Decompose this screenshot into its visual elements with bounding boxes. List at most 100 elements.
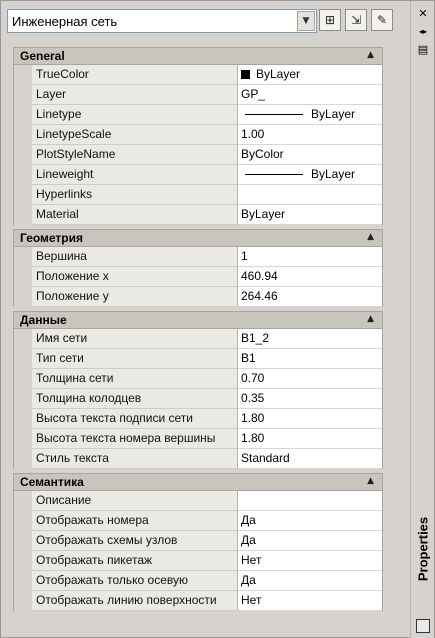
row-gutter — [14, 491, 32, 511]
property-value[interactable]: Нет — [238, 591, 382, 611]
property-value-text: Нет — [241, 593, 262, 607]
collapse-icon[interactable]: ▲ — [367, 476, 374, 486]
property-value[interactable]: 0.70 — [238, 369, 382, 389]
property-value-text: 460.94 — [241, 269, 278, 283]
section-header[interactable]: General ▲ — [13, 47, 383, 65]
toggle-pickadd-icon[interactable]: ⊞ — [319, 9, 341, 31]
collapse-icon[interactable]: ▲ — [367, 50, 374, 60]
property-value[interactable]: ByLayer — [238, 105, 382, 125]
palette-toolbar: Инженерная сеть ▼ ⊞ ⇲ ✎ — [1, 1, 434, 35]
property-row[interactable]: Hyperlinks — [14, 185, 382, 205]
row-gutter — [14, 185, 32, 205]
property-row[interactable]: Вершина 1 — [14, 247, 382, 267]
property-value[interactable]: Нет — [238, 551, 382, 571]
property-row[interactable]: TrueColor ByLayer — [14, 65, 382, 85]
row-gutter — [14, 65, 32, 85]
property-value[interactable] — [238, 491, 382, 511]
row-gutter — [14, 125, 32, 145]
property-value-text: Да — [241, 513, 256, 527]
property-row[interactable]: Linetype ByLayer — [14, 105, 382, 125]
property-value[interactable]: ByLayer — [238, 65, 382, 85]
section-body: TrueColor ByLayer Layer GP_ Linetype ByLayer L… — [13, 65, 383, 225]
property-value-text: ByLayer — [241, 207, 286, 221]
property-value-text: Standard — [241, 451, 290, 465]
property-row[interactable]: Описание — [14, 491, 382, 511]
row-gutter — [14, 247, 32, 267]
property-value[interactable]: ByColor — [238, 145, 382, 165]
property-name: Толщина сети — [32, 369, 238, 389]
property-name: Стиль текста — [32, 449, 238, 469]
property-row[interactable]: Положение x 460.94 — [14, 267, 382, 287]
property-name: Тип сети — [32, 349, 238, 369]
chevron-down-icon[interactable]: ▼ — [297, 11, 315, 31]
section-body: Имя сети B1_2 Тип сети B1 Толщина сети 0.70 То… — [13, 329, 383, 469]
property-row[interactable]: Material ByLayer — [14, 205, 382, 225]
section-header[interactable]: Данные ▲ — [13, 311, 383, 329]
property-name: Описание — [32, 491, 238, 511]
object-type-combo[interactable]: Инженерная сеть ▼ — [7, 9, 317, 33]
autohide-icon[interactable]: ◂▸ — [415, 25, 431, 39]
section-header[interactable]: Семантика ▲ — [13, 473, 383, 491]
property-row[interactable]: Стиль текста Standard — [14, 449, 382, 469]
property-value[interactable]: 1 — [238, 247, 382, 267]
properties-menu-icon[interactable]: ▤ — [415, 43, 431, 57]
property-value[interactable]: 1.80 — [238, 429, 382, 449]
property-name: Hyperlinks — [32, 185, 238, 205]
property-value[interactable]: Да — [238, 511, 382, 531]
property-row[interactable]: Высота текста подписи сети 1.80 — [14, 409, 382, 429]
property-row[interactable]: Отображать номера Да — [14, 511, 382, 531]
property-row[interactable]: Layer GP_ — [14, 85, 382, 105]
collapse-icon[interactable]: ▲ — [367, 314, 374, 324]
property-row[interactable]: LinetypeScale 1.00 — [14, 125, 382, 145]
select-objects-icon[interactable]: ⇲ — [345, 9, 367, 31]
property-name: Отображать пикетаж — [32, 551, 238, 571]
property-value[interactable]: 264.46 — [238, 287, 382, 307]
property-row[interactable]: Отображать линию поверхности Нет — [14, 591, 382, 611]
property-value-text: ByLayer — [256, 67, 301, 81]
close-icon[interactable]: ✕ — [415, 7, 431, 21]
palette-settings-icon[interactable] — [416, 619, 430, 633]
property-value[interactable]: Standard — [238, 449, 382, 469]
property-row[interactable]: Отображать только осевую Да — [14, 571, 382, 591]
property-name: Высота текста номера вершины — [32, 429, 238, 449]
property-name: Отображать только осевую — [32, 571, 238, 591]
collapse-icon[interactable]: ▲ — [367, 232, 374, 242]
section-header[interactable]: Геометрия ▲ — [13, 229, 383, 247]
property-row[interactable]: Отображать схемы узлов Да — [14, 531, 382, 551]
property-value[interactable]: ByLayer — [238, 165, 382, 185]
property-value[interactable]: ByLayer — [238, 205, 382, 225]
property-value[interactable]: 1.80 — [238, 409, 382, 429]
property-value[interactable] — [238, 185, 382, 205]
property-name: Material — [32, 205, 238, 225]
property-value[interactable]: GP_ — [238, 85, 382, 105]
property-value[interactable]: 0.35 — [238, 389, 382, 409]
property-row[interactable]: PlotStyleName ByColor — [14, 145, 382, 165]
property-value-text: 1.00 — [241, 127, 265, 141]
property-value[interactable]: Да — [238, 571, 382, 591]
property-value-text: ByLayer — [311, 167, 356, 181]
property-name: Толщина колодцев — [32, 389, 238, 409]
property-value[interactable]: Да — [238, 531, 382, 551]
property-row[interactable]: Тип сети B1 — [14, 349, 382, 369]
property-row[interactable]: Lineweight ByLayer — [14, 165, 382, 185]
property-row[interactable]: Имя сети B1_2 — [14, 329, 382, 349]
property-value[interactable]: 460.94 — [238, 267, 382, 287]
row-gutter — [14, 409, 32, 429]
property-row[interactable]: Толщина сети 0.70 — [14, 369, 382, 389]
property-row[interactable]: Положение y 264.46 — [14, 287, 382, 307]
row-gutter — [14, 329, 32, 349]
property-row[interactable]: Толщина колодцев 0.35 — [14, 389, 382, 409]
row-gutter — [14, 165, 32, 185]
line-sample-icon — [245, 114, 303, 116]
property-value[interactable]: 1.00 — [238, 125, 382, 145]
quick-select-icon[interactable]: ✎ — [371, 9, 393, 31]
property-row[interactable]: Высота текста номера вершины 1.80 — [14, 429, 382, 449]
property-value[interactable]: B1 — [238, 349, 382, 369]
property-value[interactable]: B1_2 — [238, 329, 382, 349]
property-name: Высота текста подписи сети — [32, 409, 238, 429]
property-row[interactable]: Отображать пикетаж Нет — [14, 551, 382, 571]
palette-side-strip: ✕ ◂▸ ▤ Properties — [410, 1, 434, 638]
section-title: Данные — [20, 313, 67, 327]
property-name: Linetype — [32, 105, 238, 125]
property-value-text: B1_2 — [241, 331, 270, 345]
